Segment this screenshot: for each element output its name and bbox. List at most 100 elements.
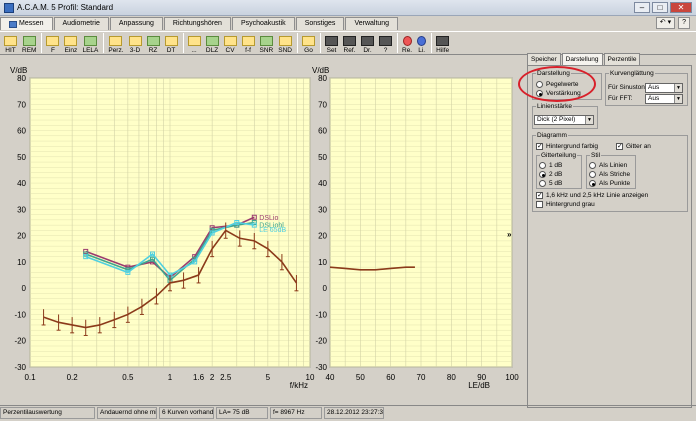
- x-tick-label: 5: [266, 373, 271, 382]
- toolbar: HIT REM F Einz LELA Perz. 3-D RZ DT... DLZ CV f-f SN…: [0, 31, 696, 55]
- radio-1db-label: 1 dB: [549, 162, 563, 169]
- hintergrund-farbig-label: Hintergrund farbig: [546, 143, 599, 150]
- toolbar-button-5[interactable]: Perz.: [106, 32, 125, 54]
- toolbar-button-4[interactable]: LELA: [80, 32, 100, 54]
- toolbar-button-22[interactable]: Hilfe: [434, 32, 451, 54]
- y-tick-label-right: 70: [318, 100, 327, 109]
- check-icon[interactable]: ✓: [536, 192, 543, 199]
- y-tick-label-right: 40: [318, 179, 327, 188]
- hintergrund-farbig-checkbox[interactable]: ✓ Hintergrund farbig: [536, 143, 598, 150]
- tab-6[interactable]: Verwaltung: [345, 17, 399, 30]
- radio-1db-dot[interactable]: [539, 162, 546, 169]
- toolbar-button-8[interactable]: DT: [163, 32, 180, 54]
- radio-als-striche[interactable]: Als Striche: [589, 171, 630, 178]
- radio-5db-label: 5 dB: [549, 180, 563, 187]
- toolbar-button-7[interactable]: RZ: [145, 32, 162, 54]
- toolbar-button-12[interactable]: f-f: [240, 32, 257, 54]
- tab-5[interactable]: Sonstiges: [295, 17, 345, 30]
- panel-collapse-chevron[interactable]: »: [507, 230, 511, 239]
- radio-1db[interactable]: 1 dB: [539, 162, 562, 169]
- printer-icon: [361, 36, 374, 46]
- sinuston-select[interactable]: Aus ▼: [645, 83, 683, 93]
- linie-anzeigen-checkbox[interactable]: ✓ 1,6 kHz und 2,5 kHz Linie anzeigen: [536, 192, 648, 199]
- x-tick-label: 0.5: [122, 373, 134, 382]
- toolbar-button-20[interactable]: Re.: [400, 32, 414, 54]
- x-axis-label-left: f/kHz: [290, 381, 308, 390]
- gitter-an-label: Gitter an: [626, 143, 651, 150]
- cv-icon: [223, 36, 237, 46]
- check-icon[interactable]: ✓: [616, 143, 623, 150]
- chart-area: -30 -30 -20 -20 -10 -10 0 0 10 10 20 20 30 30 40 40 50 50…: [0, 58, 520, 402]
- toolbar-button-15[interactable]: Go: [300, 32, 317, 54]
- gitter-an-checkbox[interactable]: ✓ Gitter an: [616, 143, 651, 150]
- toolbar-button-18[interactable]: Dr.: [359, 32, 376, 54]
- fft-select[interactable]: Aus ▼: [645, 94, 683, 104]
- toolbar-button-3[interactable]: Einz: [62, 32, 79, 54]
- radio-2db[interactable]: 2 dB: [539, 171, 562, 178]
- y-axis-label-right: V/dB: [312, 66, 329, 75]
- radio-5db[interactable]: 5 dB: [539, 180, 562, 187]
- toolbar-separator: [103, 33, 105, 53]
- tab-3[interactable]: Richtungshören: [163, 17, 231, 30]
- radio-als-linien[interactable]: Als Linien: [589, 162, 627, 169]
- toolbar-button-1[interactable]: REM: [20, 32, 38, 54]
- chart-svg: -30 -30-20 -20-10 -100 010 1020 2030 3040 4050 50…: [10, 66, 519, 390]
- status-field-4: f= 8967 Hz: [270, 406, 322, 419]
- toolbar-label: LELA: [82, 47, 99, 54]
- undo-button[interactable]: ↶ ▾: [655, 17, 676, 29]
- left-ear-icon: [417, 36, 427, 46]
- right-ear-icon: [402, 36, 412, 46]
- linie-anzeigen-label: 1,6 kHz und 2,5 kHz Linie anzeigen: [546, 192, 649, 199]
- toolbar-button-14[interactable]: SND: [276, 32, 294, 54]
- chevron-down-icon[interactable]: ▼: [585, 116, 593, 124]
- tab-label: Anpassung: [118, 20, 154, 27]
- panel-tab-1[interactable]: Darstellung: [561, 53, 603, 65]
- close-button[interactable]: ✕: [670, 2, 692, 13]
- toolbar-button-21[interactable]: Li.: [415, 32, 428, 54]
- tab-2[interactable]: Anpassung: [109, 17, 163, 30]
- help-question-button[interactable]: ?: [678, 17, 690, 29]
- radio-als-striche-dot[interactable]: [589, 171, 596, 178]
- window-title: A.C.A.M. 5 Profil: Standard: [17, 3, 114, 12]
- tab-0[interactable]: Messen: [0, 17, 53, 30]
- einzel-icon: [64, 36, 78, 46]
- chevron-down-icon[interactable]: ▼: [674, 84, 682, 92]
- hintergrund-grau-checkbox[interactable]: Hintergrund grau: [536, 201, 595, 208]
- toolbar-button-19[interactable]: ?: [377, 32, 394, 54]
- check-icon[interactable]: ✓: [536, 143, 543, 150]
- y-tick-label-left: 20: [17, 232, 26, 241]
- chevron-down-icon[interactable]: ▼: [674, 95, 682, 103]
- x-tick-label-right: 100: [505, 373, 519, 382]
- minimize-button[interactable]: –: [634, 2, 650, 13]
- toolbar-label: Ref.: [343, 47, 356, 54]
- radio-5db-dot[interactable]: [539, 180, 546, 187]
- radio-als-punkte[interactable]: Als Punkte: [589, 180, 630, 187]
- toolbar-button-0[interactable]: HIT: [2, 32, 19, 54]
- toolbar-button-2[interactable]: F: [44, 32, 61, 54]
- maximize-button[interactable]: □: [652, 2, 668, 13]
- linienstaerke-select[interactable]: Dick (2 Pixel) ▼: [534, 115, 594, 125]
- radio-als-striche-label: Als Striche: [599, 171, 631, 178]
- panel-tab-2[interactable]: Perzentile: [603, 53, 641, 65]
- y-tick-label-right: 20: [318, 232, 327, 241]
- status-field-3: LA= 75 dB: [216, 406, 268, 419]
- toolbar-button-13[interactable]: SNR: [258, 32, 276, 54]
- toolbar-button-16[interactable]: Set: [323, 32, 340, 54]
- toolbar-button-6[interactable]: 3-D: [127, 32, 144, 54]
- toolbar-button-9[interactable]: ...: [186, 32, 203, 54]
- tab-1[interactable]: Audiometrie: [53, 17, 109, 30]
- toolbar-label: ?: [383, 47, 388, 54]
- toolbar-button-17[interactable]: Ref.: [341, 32, 358, 54]
- panel-tab-0[interactable]: Speicher: [527, 53, 561, 65]
- sinuston-label: Für Sinuston:: [608, 84, 647, 91]
- tab-label: Psychoakustik: [240, 20, 286, 27]
- lela-icon: [83, 36, 97, 46]
- toolbar-button-10[interactable]: DLZ: [204, 32, 221, 54]
- radio-als-linien-dot[interactable]: [589, 162, 596, 169]
- radio-als-punkte-dot[interactable]: [589, 180, 596, 187]
- radio-2db-dot[interactable]: [539, 171, 546, 178]
- tab-4[interactable]: Psychoakustik: [231, 17, 295, 30]
- toolbar-button-11[interactable]: CV: [222, 32, 239, 54]
- hintergrund-grau-box[interactable]: [536, 201, 543, 208]
- toolbar-label: SND: [278, 47, 292, 54]
